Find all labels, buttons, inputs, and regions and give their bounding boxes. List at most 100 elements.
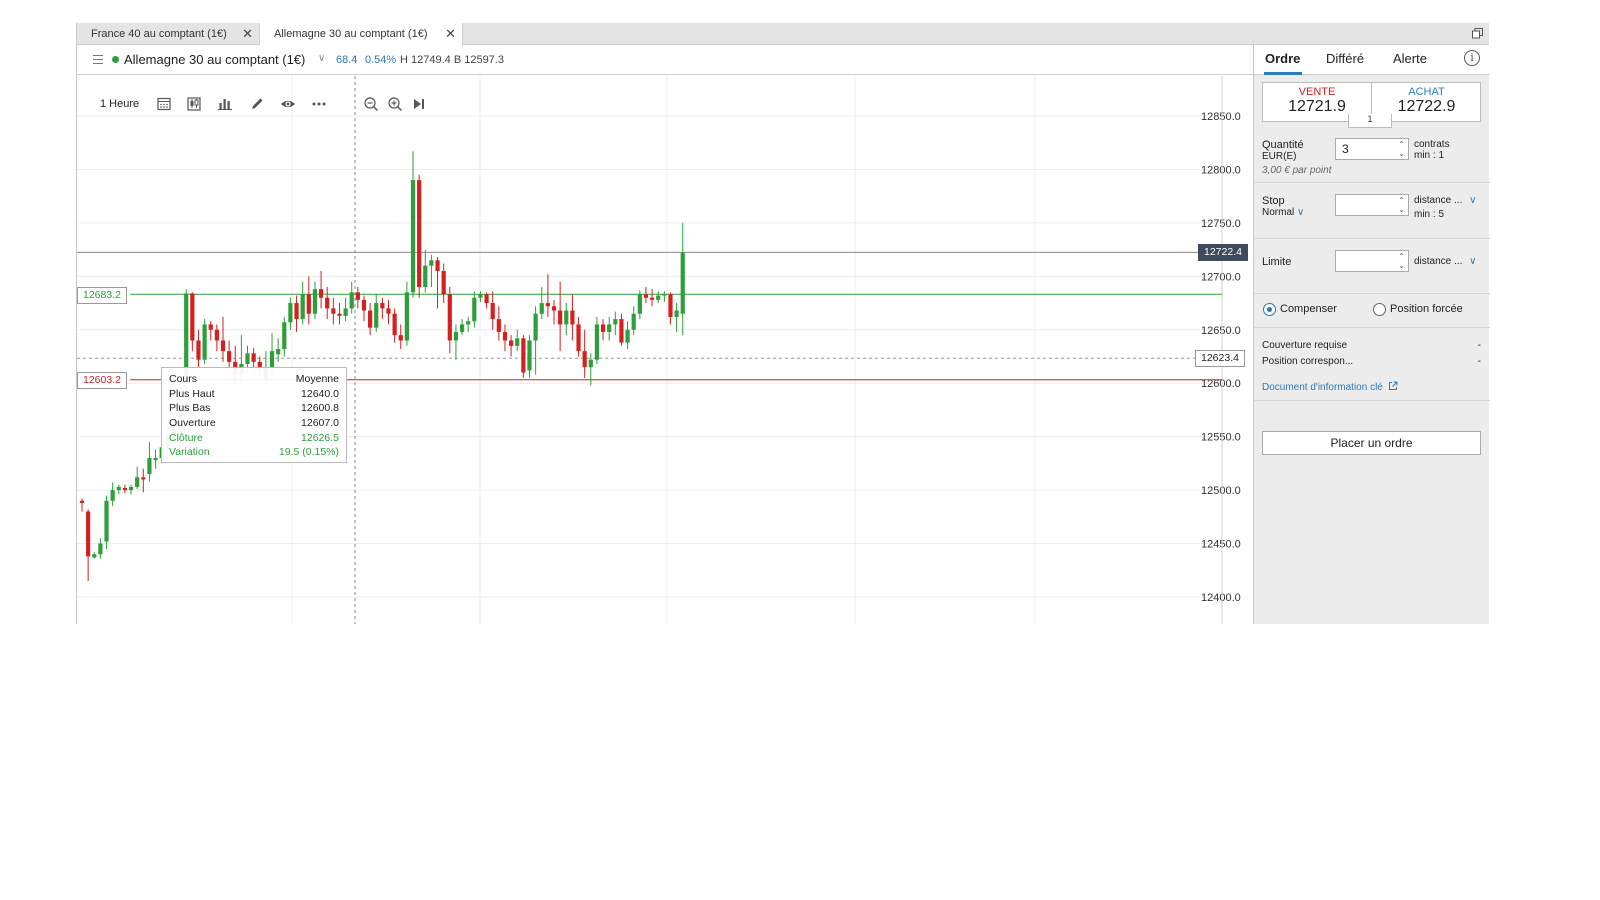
candle-body	[294, 303, 299, 320]
tooltip-label: Ouverture	[169, 417, 216, 430]
tooltip-row: Plus Bas 12600.8	[169, 401, 339, 416]
candle-body	[576, 324, 581, 352]
place-order-button[interactable]: Placer un ordre	[1262, 431, 1481, 455]
quantity-input[interactable]: 3 ⌃ ⌄	[1335, 138, 1409, 160]
order-tabs: Ordre Différé Alerte i	[1254, 45, 1490, 75]
candle-body	[429, 260, 434, 266]
tab-bar: France 40 au comptant (1€) ✕ Allemagne 3…	[77, 23, 1489, 46]
candle-body	[110, 490, 115, 501]
price-chart[interactable]: 12850.0 12800.0 12750.0 12700.0 12650.0 12600…	[77, 76, 1253, 624]
trading-window: France 40 au comptant (1€) ✕ Allemagne 3…	[76, 23, 1490, 624]
hamburger-menu-icon[interactable]	[93, 55, 103, 64]
level-tag-green[interactable]: 12683.2	[77, 287, 127, 304]
chart-canvas[interactable]: 12850.0 12800.0 12750.0 12700.0 12650.0 12600…	[77, 76, 1253, 624]
candle-body	[349, 292, 354, 309]
radio-compenser[interactable]	[1263, 303, 1276, 316]
stepper-icon[interactable]: ⌃ ⌄	[1398, 196, 1405, 214]
tab-differe[interactable]: Différé	[1326, 51, 1364, 66]
calendar-icon[interactable]	[156, 96, 172, 112]
close-icon[interactable]: ✕	[445, 23, 456, 45]
more-icon[interactable]	[311, 96, 327, 112]
tooltip-row: Variation 19.5 (0.15%)	[169, 445, 339, 460]
limit-label: Limite	[1262, 256, 1292, 268]
candle-body	[392, 313, 397, 336]
position-forcee-label[interactable]: Position forcée	[1390, 303, 1463, 315]
jump-to-end-icon[interactable]	[411, 96, 427, 112]
stop-distance-select[interactable]: distance ... ∨	[1414, 195, 1476, 206]
eye-icon[interactable]	[280, 96, 296, 112]
candle-body	[625, 329, 630, 343]
candlestick-icon[interactable]	[186, 96, 202, 112]
candle-body	[86, 511, 91, 557]
chevron-down-icon[interactable]: ∨	[318, 53, 325, 64]
change-points: 68.4	[336, 54, 358, 66]
candle-body	[300, 294, 305, 320]
hover-price-tag: 12623.4	[1195, 350, 1245, 367]
candle-body	[122, 487, 128, 491]
stepper-icon[interactable]: ⌃ ⌄	[1398, 252, 1405, 270]
tooltip-value: 12607.0	[301, 417, 339, 430]
candle-tooltip: Cours Moyenne Plus Haut 12640.0 Plus Bas 12…	[161, 367, 347, 463]
candle-body	[98, 543, 103, 555]
limit-distance-select[interactable]: distance ... ∨	[1414, 256, 1476, 267]
stop-label: Stop	[1262, 195, 1285, 207]
tab-allemagne-30[interactable]: Allemagne 30 au comptant (1€) ✕	[260, 23, 463, 46]
candle-body	[613, 319, 618, 325]
candle-body	[466, 321, 471, 325]
tooltip-label: Plus Bas	[169, 402, 211, 415]
candle-body	[251, 353, 256, 362]
candle-body	[527, 340, 532, 371]
candle-body	[312, 289, 318, 314]
candle-body	[582, 351, 587, 368]
info-icon[interactable]: i	[1464, 50, 1480, 66]
kid-document-link[interactable]: Document d'information clé	[1262, 381, 1398, 393]
candle-body	[276, 349, 281, 355]
candle-body	[558, 310, 563, 325]
zoom-out-icon[interactable]	[363, 96, 379, 112]
candle-body	[545, 303, 550, 307]
bar-chart-icon[interactable]	[217, 96, 233, 112]
market-status-dot	[112, 56, 119, 63]
tab-france-40[interactable]: France 40 au comptant (1€) ✕	[77, 23, 260, 45]
candle-body	[128, 486, 134, 491]
stepper-icon[interactable]: ⌃ ⌄	[1398, 140, 1405, 158]
zoom-in-icon[interactable]	[387, 96, 403, 112]
limit-input[interactable]: ⌃ ⌄	[1335, 250, 1409, 272]
candle-body	[374, 303, 379, 328]
candle-body	[496, 319, 501, 332]
candle-body	[306, 294, 311, 314]
draw-pencil-icon[interactable]	[249, 96, 265, 112]
level-tag-red[interactable]: 12603.2	[77, 372, 127, 389]
tooltip-value: 12600.8	[301, 402, 339, 415]
doc-link-label: Document d'information clé	[1262, 382, 1383, 393]
candle-body	[153, 458, 158, 461]
tab-ordre[interactable]: Ordre	[1265, 51, 1300, 66]
timeframe-selector[interactable]: 1 Heure	[100, 98, 139, 110]
stop-min: min : 5	[1414, 209, 1445, 220]
close-icon[interactable]: ✕	[242, 23, 253, 45]
tooltip-label: Clôture	[169, 431, 203, 444]
radio-position-forcee[interactable]	[1373, 303, 1386, 316]
candle-body	[288, 303, 293, 323]
candle-body	[674, 310, 679, 317]
candle-body	[269, 351, 275, 368]
external-link-icon	[1388, 381, 1398, 390]
tab-alerte[interactable]: Alerte	[1393, 51, 1427, 66]
y-axis-tick-label: 12650.0	[1201, 325, 1241, 337]
tooltip-row: Clôture 12626.5	[169, 431, 339, 446]
candle-body	[282, 322, 287, 350]
compenser-label[interactable]: Compenser	[1280, 303, 1337, 315]
candle-body	[214, 329, 219, 341]
restore-window-icon[interactable]	[1472, 28, 1483, 39]
candle-body	[551, 306, 557, 311]
y-axis-tick-label: 12750.0	[1201, 218, 1241, 230]
stop-type-select[interactable]: Normal ∨	[1262, 207, 1304, 218]
market-name[interactable]: Allemagne 30 au comptant (1€)	[124, 52, 305, 67]
cover-label: Couverture requise	[1262, 340, 1348, 351]
tooltip-value: 12640.0	[301, 387, 339, 400]
candle-body	[417, 180, 422, 288]
stop-input[interactable]: ⌃ ⌄	[1335, 194, 1409, 216]
stop-type-value: Normal	[1262, 207, 1295, 218]
candle-body	[104, 500, 109, 542]
candle-body	[227, 351, 232, 362]
